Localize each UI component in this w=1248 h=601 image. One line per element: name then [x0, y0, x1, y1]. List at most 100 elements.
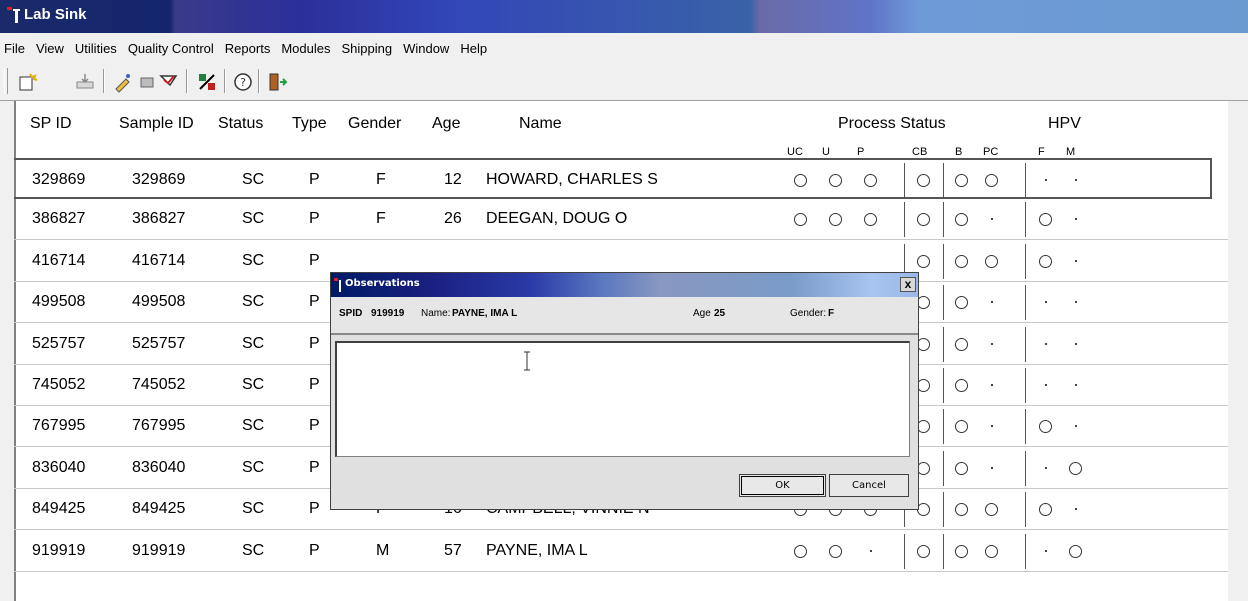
status-circle-icon[interactable] [1069, 544, 1082, 558]
status-circle-icon[interactable] [864, 174, 877, 187]
status-circle-icon[interactable] [864, 213, 877, 227]
status-circle-icon[interactable] [917, 213, 930, 227]
menu-reports[interactable]: Reports [225, 41, 271, 56]
menu-help[interactable]: Help [460, 41, 487, 56]
dialog-participant-info: SPID 919919 Name: PAYNE, IMA L Age 25 Ge… [331, 297, 918, 335]
status-circle-icon[interactable] [794, 544, 807, 558]
cell-sample-id: 499508 [132, 293, 186, 311]
name-label: Name: [421, 308, 451, 319]
clear-icon[interactable] [136, 71, 158, 93]
toolbar-grip[interactable] [4, 68, 8, 94]
status-circle-icon[interactable] [955, 254, 968, 268]
cell-type: P [309, 251, 320, 269]
status-circle-icon[interactable] [829, 213, 842, 227]
column-divider [943, 533, 944, 569]
status-circle-icon[interactable] [794, 213, 807, 227]
column-divider [904, 202, 905, 238]
status-circle-icon[interactable] [917, 254, 930, 268]
table-row[interactable]: 386827 386827 SC P F 26 DEEGAN, DOUG O [14, 199, 1228, 241]
tools-icon[interactable] [196, 71, 218, 93]
column-divider [943, 450, 944, 486]
subheader-uc: UC [787, 146, 803, 158]
status-circle-icon[interactable] [985, 544, 998, 558]
observations-textarea[interactable] [335, 341, 910, 457]
cell-sample-id: 919919 [132, 541, 186, 559]
col-header-process-status: Process Status [838, 115, 946, 132]
toolbar-separator [186, 69, 188, 93]
status-circle-icon[interactable] [955, 420, 968, 434]
menu-modules[interactable]: Modules [281, 41, 330, 56]
ok-button[interactable]: OK [739, 474, 826, 497]
menu-view[interactable]: View [36, 41, 64, 56]
subheader-f: F [1038, 146, 1045, 158]
status-circle-icon[interactable] [794, 174, 807, 187]
import-icon[interactable] [74, 71, 96, 93]
subheader-cb: CB [912, 146, 928, 158]
cell-sample-id: 525757 [132, 334, 186, 352]
status-dot-icon [1075, 508, 1077, 511]
cell-name: HOWARD, CHARLES S [486, 171, 658, 188]
help-icon[interactable]: ? [232, 71, 254, 93]
status-circle-icon[interactable] [1039, 213, 1052, 227]
cell-sample-id: 329869 [132, 171, 186, 188]
close-button[interactable]: x [900, 277, 916, 292]
status-circle-icon[interactable] [1039, 503, 1052, 517]
status-circle-icon[interactable] [917, 174, 930, 187]
subheader-pc: PC [983, 146, 999, 158]
status-dot-icon [1075, 179, 1077, 181]
status-circle-icon[interactable] [1039, 420, 1052, 434]
status-circle-icon[interactable] [955, 544, 968, 558]
menu-shipping[interactable]: Shipping [341, 41, 392, 56]
app-icon [7, 7, 20, 23]
dialog-title-bar[interactable]: Observations x [331, 273, 918, 297]
subheader-p: P [857, 146, 865, 158]
cell-status: SC [242, 500, 265, 518]
status-circle-icon[interactable] [955, 337, 968, 351]
status-circle-icon[interactable] [829, 544, 842, 558]
column-divider [1025, 243, 1026, 279]
status-circle-icon[interactable] [955, 174, 968, 187]
new-record-icon[interactable] [16, 71, 38, 93]
column-divider [1025, 409, 1026, 445]
cell-sp-id: 499508 [32, 293, 86, 311]
menu-utilities[interactable]: Utilities [75, 41, 117, 56]
exit-icon[interactable] [266, 71, 288, 93]
column-divider [943, 409, 944, 445]
column-divider [943, 492, 944, 528]
status-circle-icon[interactable] [955, 461, 968, 475]
menu-window[interactable]: Window [403, 41, 449, 56]
column-divider [943, 202, 944, 238]
menu-file[interactable]: File [4, 41, 25, 56]
status-circle-icon[interactable] [917, 544, 930, 558]
status-circle-icon[interactable] [955, 503, 968, 517]
table-row[interactable]: 329869 329869 SC P F 12 HOWARD, CHARLES S [14, 158, 1212, 199]
status-circle-icon[interactable] [829, 174, 842, 187]
menu-quality-control[interactable]: Quality Control [128, 41, 214, 56]
cell-sp-id: 416714 [32, 251, 86, 269]
col-header-status: Status [218, 115, 264, 132]
status-circle-icon[interactable] [1039, 254, 1052, 268]
status-dot-icon [1045, 549, 1047, 552]
toolbar-separator [224, 69, 226, 93]
col-header-sample-id: Sample ID [119, 115, 194, 132]
status-circle-icon[interactable] [1069, 461, 1082, 475]
status-circle-icon[interactable] [955, 379, 968, 392]
toolbar-separator [103, 69, 105, 93]
status-circle-icon[interactable] [985, 503, 998, 517]
flag-icon[interactable] [158, 71, 180, 93]
cancel-button[interactable]: Cancel [829, 474, 909, 497]
table-row[interactable]: 919919 919919 SC P M 57 PAYNE, IMA L [14, 531, 1228, 572]
status-circle-icon[interactable] [955, 296, 968, 310]
status-circle-icon[interactable] [985, 254, 998, 268]
status-circle-icon[interactable] [985, 174, 998, 187]
cell-sp-id: 329869 [32, 171, 86, 188]
cell-sample-id: 767995 [132, 417, 186, 435]
edit-icon[interactable] [112, 71, 134, 93]
cell-type: P [309, 376, 320, 393]
column-divider [943, 368, 944, 403]
cell-status: SC [242, 210, 265, 228]
status-circle-icon[interactable] [955, 213, 968, 227]
column-divider [1025, 450, 1026, 486]
col-header-age: Age [432, 115, 461, 132]
column-divider [1025, 492, 1026, 528]
